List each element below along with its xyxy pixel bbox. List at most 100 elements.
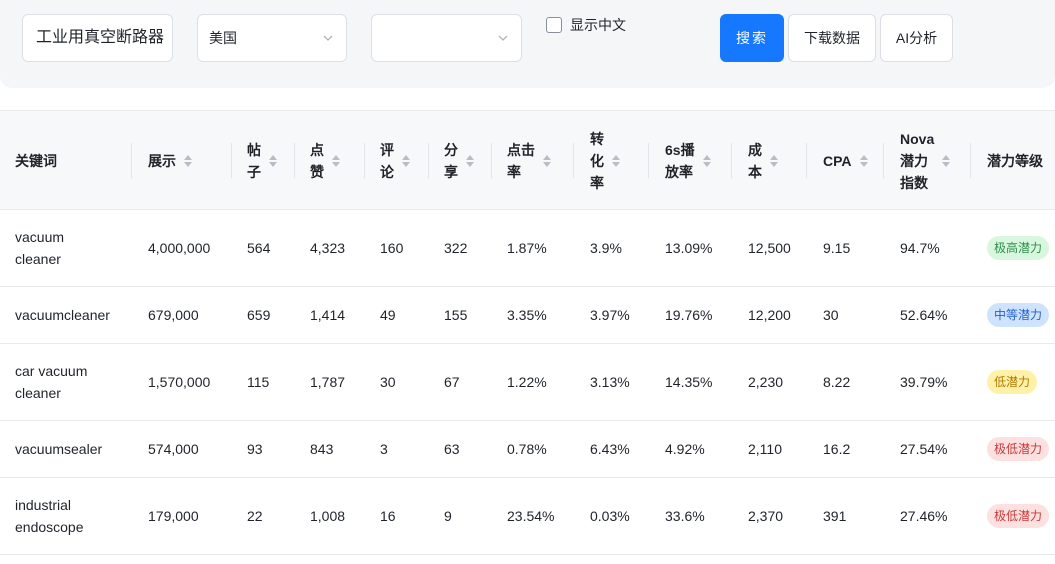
cell-ctr: 1.87%: [507, 240, 547, 256]
cell-level: 极低潜力: [987, 478, 1050, 554]
cell-shares: 155: [444, 307, 468, 323]
cell-nova: 52.64%: [900, 307, 948, 323]
column-header-impressions[interactable]: 展示: [148, 111, 192, 210]
cell-nova: 27.54%: [900, 441, 948, 457]
cell-level: 中等潜力: [987, 287, 1050, 343]
column-header-cpa[interactable]: CPA: [823, 111, 868, 210]
cell-keyword: car vacuum cleaner: [15, 363, 88, 401]
cell-shares: 63: [444, 441, 460, 457]
cell-posts: 93: [247, 441, 263, 457]
sort-icon[interactable]: [466, 154, 474, 167]
cell-posts: 659: [247, 307, 271, 323]
column-header-label: Nova 潜力 指数: [900, 130, 935, 191]
cell-comments: 49: [380, 307, 396, 323]
potential-level-badge: 极低潜力: [987, 504, 1050, 528]
cell-keyword: industrial endoscope: [15, 497, 84, 535]
cell-likes: 1,787: [310, 374, 346, 390]
cell-play6s: 4.92%: [665, 441, 705, 457]
column-header-label: 点击 率: [507, 141, 535, 180]
potential-level-badge: 极高潜力: [987, 236, 1050, 260]
show-chinese-toggle[interactable]: 显示中文: [546, 15, 626, 35]
cell-impressions: 679,000: [148, 307, 199, 323]
cell-comments: 3: [380, 441, 388, 457]
column-divider: [231, 143, 232, 178]
potential-level-badge: 低潜力: [987, 370, 1038, 394]
cell-shares: 67: [444, 374, 460, 390]
table-row[interactable]: vacuumsealer 574,000 93 843 3 63 0.78% 6.43% 4.9…: [0, 421, 1055, 478]
potential-level-badge: 极低潜力: [987, 437, 1050, 461]
cell-impressions: 4,000,000: [148, 240, 211, 256]
cell-likes: 843: [310, 441, 334, 457]
cell-posts: 22: [247, 508, 263, 524]
column-divider: [131, 143, 132, 178]
table-row[interactable]: car vacuum cleaner 1,570,000 115 1,787 30 67 1…: [0, 344, 1055, 421]
sort-icon[interactable]: [942, 154, 951, 167]
column-header-label: 成 本: [748, 141, 762, 180]
sort-icon[interactable]: [402, 154, 410, 167]
keyword-input[interactable]: 工业用真空断路器: [22, 14, 173, 62]
ai-analysis-button[interactable]: AI分析: [880, 14, 953, 62]
cell-play6s: 14.35%: [665, 374, 713, 390]
cell-likes: 1,414: [310, 307, 346, 323]
column-header-play6s[interactable]: 6s播 放率: [665, 111, 711, 210]
country-select[interactable]: 美国: [197, 14, 347, 62]
column-header-likes[interactable]: 点 赞: [310, 111, 340, 210]
column-divider: [428, 143, 429, 178]
sort-icon[interactable]: [770, 154, 778, 167]
cell-ctr: 23.54%: [507, 508, 555, 524]
cell-impressions: 179,000: [148, 508, 199, 524]
cell-cpa: 9.15: [823, 240, 851, 256]
sort-icon[interactable]: [859, 154, 868, 167]
column-header-label: 关键词: [15, 152, 57, 169]
search-button[interactable]: 搜索: [720, 14, 784, 62]
column-divider: [806, 143, 807, 178]
column-header-cvr[interactable]: 转 化 率: [590, 111, 620, 210]
column-header-label: 评 论: [380, 141, 394, 180]
column-header-level: 潜力等级: [987, 111, 1043, 210]
column-header-nova[interactable]: Nova 潜力 指数: [900, 111, 951, 210]
column-header-shares[interactable]: 分 享: [444, 111, 474, 210]
chevron-down-icon: [498, 35, 508, 41]
column-header-label: CPA: [823, 152, 852, 169]
cell-cvr: 0.03%: [590, 508, 630, 524]
column-header-posts[interactable]: 帖 子: [247, 111, 277, 210]
table-row[interactable]: vacuum cleaner 4,000,000 564 4,323 160 322 1.8…: [0, 210, 1055, 287]
sort-icon[interactable]: [332, 154, 340, 167]
country-select-value: 美国: [209, 30, 237, 46]
cell-play6s: 13.09%: [665, 240, 713, 256]
cell-ctr: 3.35%: [507, 307, 547, 323]
cell-play6s: 33.6%: [665, 508, 705, 524]
cell-level: 极高潜力: [987, 210, 1050, 286]
cell-cost: 2,370: [748, 508, 784, 524]
sort-icon[interactable]: [269, 154, 277, 167]
cell-nova: 94.7%: [900, 240, 940, 256]
cell-keyword: vacuumsealer: [15, 441, 103, 457]
table-row[interactable]: industrial endoscope 179,000 22 1,008 16 9 23.…: [0, 478, 1055, 555]
sort-icon[interactable]: [543, 154, 551, 167]
column-header-label: 6s播 放率: [665, 141, 695, 180]
secondary-select[interactable]: [371, 14, 522, 62]
cell-ctr: 0.78%: [507, 441, 547, 457]
column-divider: [970, 143, 971, 178]
column-header-comments[interactable]: 评 论: [380, 111, 410, 210]
cell-cost: 2,230: [748, 374, 784, 390]
column-header-ctr[interactable]: 点击 率: [507, 111, 551, 210]
cell-comments: 30: [380, 374, 396, 390]
column-divider: [364, 143, 365, 178]
cell-cpa: 391: [823, 508, 847, 524]
cell-cpa: 30: [823, 307, 839, 323]
column-header-keyword: 关键词: [15, 111, 57, 210]
sort-icon[interactable]: [612, 154, 620, 167]
cell-likes: 1,008: [310, 508, 346, 524]
sort-icon[interactable]: [702, 154, 711, 167]
cell-impressions: 574,000: [148, 441, 199, 457]
sort-icon[interactable]: [184, 154, 192, 167]
show-chinese-label: 显示中文: [570, 17, 626, 33]
table-header: 关键词 展示 帖 子 点 赞 评 论 分 享 点击 率 转 化 率 6s播 放率 成 本 CPA No…: [0, 111, 1055, 210]
show-chinese-checkbox[interactable]: [546, 17, 562, 33]
column-header-cost[interactable]: 成 本: [748, 111, 778, 210]
download-data-button[interactable]: 下载数据: [788, 14, 876, 62]
column-divider: [294, 143, 295, 178]
column-header-label: 展示: [148, 152, 176, 169]
table-row[interactable]: vacuumcleaner 679,000 659 1,414 49 155 3.35% 3.…: [0, 287, 1055, 344]
